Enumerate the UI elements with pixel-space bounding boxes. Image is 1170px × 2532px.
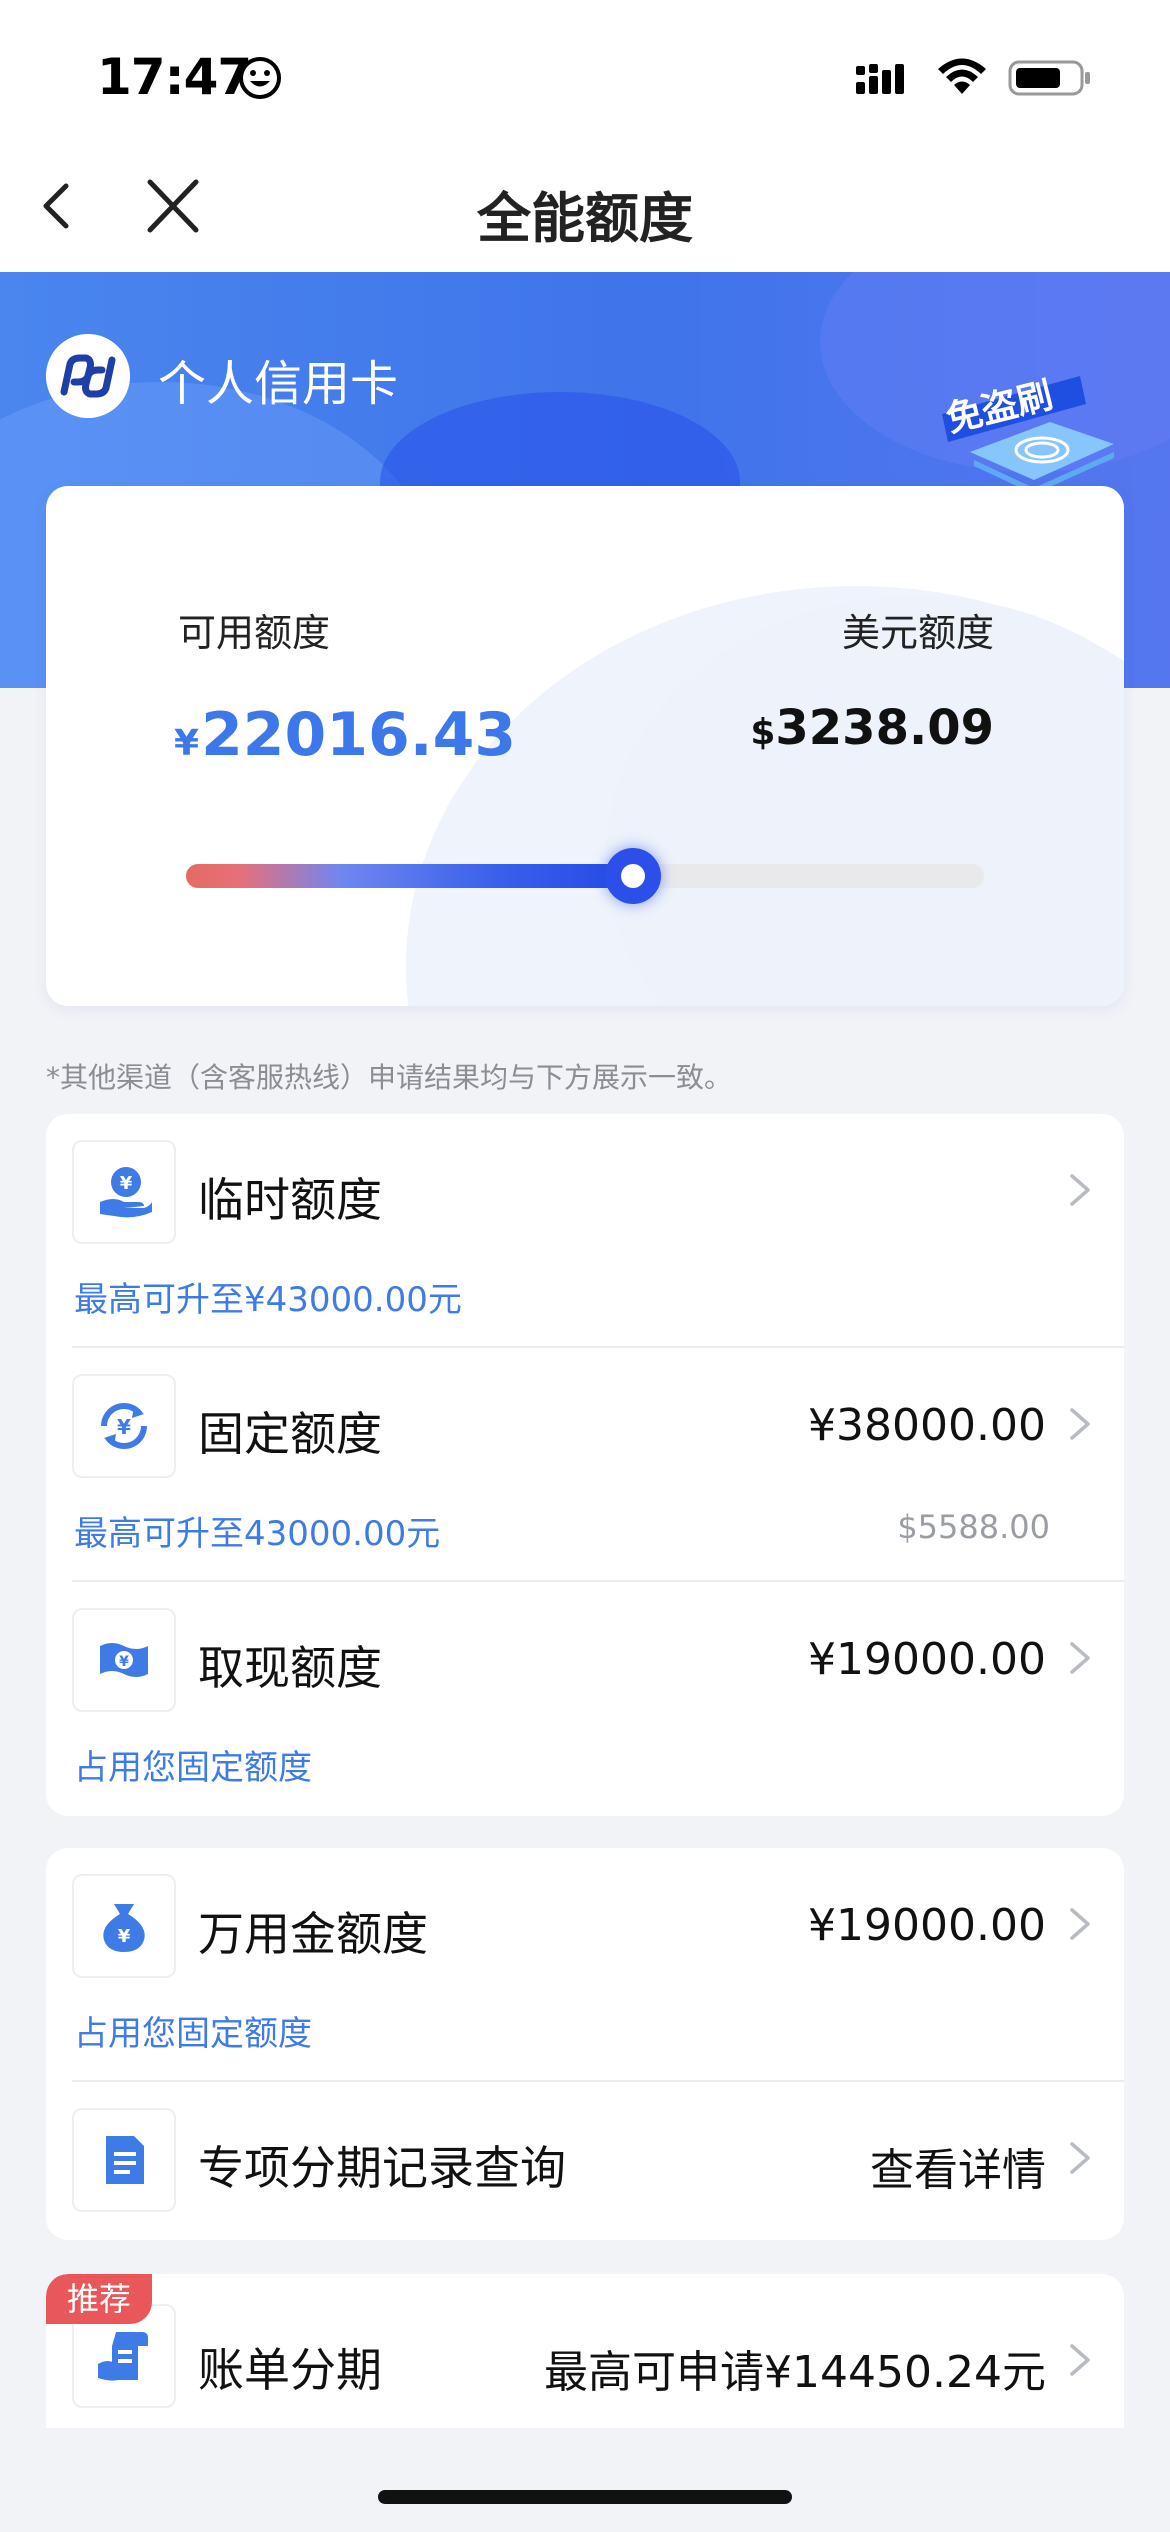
svg-text:¥: ¥ <box>117 1415 131 1439</box>
credit-usage-fill <box>186 864 633 888</box>
cellular-signal-icon <box>856 64 904 94</box>
row-value: ¥19000.00 <box>808 1634 1046 1685</box>
yen-hand-icon: ¥ <box>100 1167 152 1218</box>
available-amount: 22016.43 <box>201 700 517 770</box>
chevron-right-icon <box>1070 1408 1090 1440</box>
bottom-area <box>0 2428 1170 2532</box>
list-item-installment-records[interactable]: 专项分期记录查询 查看详情 <box>46 2082 1124 2240</box>
wifi-icon <box>938 58 986 94</box>
available-currency: ¥ <box>174 723 200 764</box>
row-value: ¥19000.00 <box>808 1900 1046 1951</box>
row-value: ¥38000.00 <box>808 1400 1046 1451</box>
credit-usage-thumb <box>604 848 661 904</box>
row-icon-box: ¥ <box>72 1874 176 1978</box>
back-icon[interactable] <box>30 174 94 238</box>
page: 17:47 全能额度 个人信用卡 免盗刷 可用额度 美元额度 ¥22016.43… <box>0 0 1170 2532</box>
view-details-link[interactable]: 查看详情 <box>870 2134 1046 2198</box>
credit-usage-bar <box>186 848 984 904</box>
close-icon[interactable] <box>138 174 208 238</box>
row-title: 账单分期 <box>198 2343 382 2397</box>
row-title: 专项分期记录查询 <box>198 2141 566 2195</box>
usd-credit-label: 美元额度 <box>841 611 994 655</box>
row-icon-box: ¥ <box>72 1140 176 1244</box>
row-title: 万用金额度 <box>198 1907 428 1961</box>
row-subtitle: 占用您固定额度 <box>74 2014 312 2054</box>
row-title: 取现额度 <box>198 1641 382 1695</box>
row-icon-box: ¥ <box>72 1374 176 1478</box>
cash-bill-icon: ¥ <box>100 1643 148 1677</box>
chevron-right-icon <box>1070 2142 1090 2174</box>
document-icon <box>106 2136 144 2184</box>
usd-amount: 3238.09 <box>775 700 994 756</box>
quota-card: 可用额度 美元额度 ¥22016.43 $3238.09 <box>46 486 1124 1006</box>
list-item-temporary-credit[interactable]: ¥ 临时额度 最高可升至¥43000.00元 <box>46 1114 1124 1348</box>
row-title: 固定额度 <box>198 1407 382 1461</box>
chevron-right-icon <box>1070 2344 1090 2376</box>
list-item-cash-credit[interactable]: ¥ 取现额度 ¥19000.00 占用您固定额度 <box>46 1582 1124 1816</box>
row-icon-box: ¥ <box>72 1608 176 1712</box>
row-subtitle: 最高可升至43000.00元 <box>74 1514 441 1554</box>
bill-installment-icon <box>98 2332 148 2381</box>
battery-icon <box>1008 60 1090 96</box>
chevron-right-icon <box>1070 1908 1090 1940</box>
usd-currency: $ <box>750 712 776 753</box>
status-time: 17:47 <box>97 48 252 106</box>
recommend-badge: 推荐 <box>46 2274 152 2324</box>
row-subtitle: 占用您固定额度 <box>74 1748 312 1788</box>
row-icon-box <box>72 2108 176 2212</box>
usd-credit-value: $3238.09 <box>750 700 994 756</box>
status-bar: 17:47 <box>0 0 1170 150</box>
home-indicator[interactable] <box>378 2490 792 2504</box>
credit-list-card: ¥ 万用金额度 ¥19000.00 占用您固定额度 专项分期记录查询 查看详情 <box>46 1848 1124 2240</box>
available-credit-value: ¥22016.43 <box>174 700 516 770</box>
row-value: 最高可申请¥14450.24元 <box>544 2347 1046 2398</box>
disclaimer-text: *其他渠道（含客服热线）申请结果均与下方展示一致。 <box>46 1061 733 1094</box>
nav-bar: 全能额度 <box>0 150 1170 272</box>
credit-list-card: ¥ 临时额度 最高可升至¥43000.00元 ¥ 固定额度 ¥38000.00 … <box>46 1114 1124 1816</box>
card-name: 个人信用卡 <box>158 356 399 412</box>
list-item-wanyongjin-credit[interactable]: ¥ 万用金额度 ¥19000.00 占用您固定额度 <box>46 1848 1124 2082</box>
row-subtitle: 最高可升至¥43000.00元 <box>74 1280 462 1320</box>
smiley-icon <box>239 57 281 99</box>
svg-text:¥: ¥ <box>119 1654 129 1670</box>
chevron-right-icon <box>1070 1174 1090 1206</box>
row-title: 临时额度 <box>198 1173 382 1227</box>
svg-text:¥: ¥ <box>118 1926 131 1947</box>
list-item-fixed-credit[interactable]: ¥ 固定额度 ¥38000.00 最高可升至43000.00元 $5588.00 <box>46 1348 1124 1582</box>
svg-text:¥: ¥ <box>120 1173 133 1194</box>
money-bag-icon: ¥ <box>103 1904 145 1952</box>
yen-cycle-icon: ¥ <box>101 1403 147 1449</box>
chevron-right-icon <box>1070 1642 1090 1674</box>
row-usd-value: $5588.00 <box>897 1508 1050 1546</box>
bank-logo-icon <box>46 334 130 418</box>
available-credit-label: 可用额度 <box>178 611 331 655</box>
